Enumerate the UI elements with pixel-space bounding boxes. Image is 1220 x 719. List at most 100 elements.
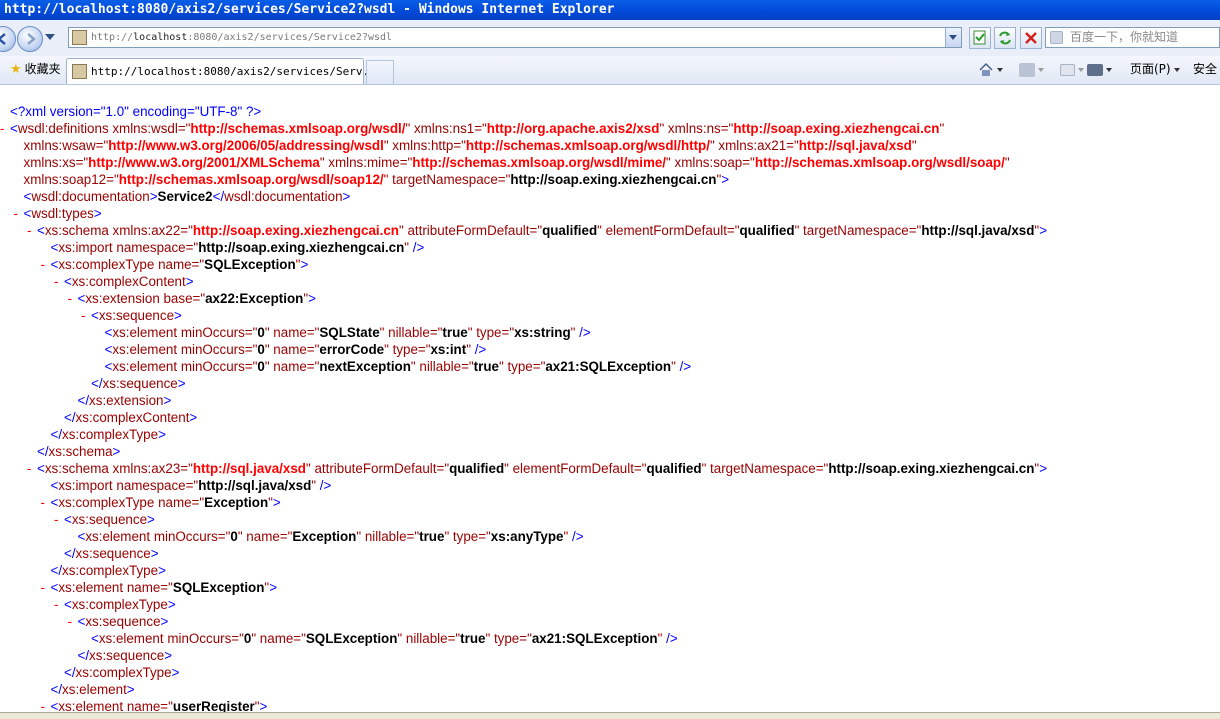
compatibility-view-button[interactable] xyxy=(969,27,991,49)
xml-token: xs:extension xyxy=(85,291,164,306)
xml-token: " xmlns:mime=" xyxy=(319,155,413,170)
forward-button[interactable] xyxy=(17,26,43,52)
xml-line: <xs:element name="userRegister"> xyxy=(51,698,268,712)
xml-line: <xs:sequence> xyxy=(91,307,182,324)
collapse-toggle[interactable]: - xyxy=(27,222,37,239)
xml-line: </xs:element> xyxy=(51,681,135,698)
page-menu-label: 页面(P) xyxy=(1130,62,1171,76)
xml-token: http://org.apache.axis2/xsd xyxy=(486,121,660,136)
xml-document-view: <?xml version="1.0" encoding="UTF-8" ?> -… xyxy=(0,85,1220,712)
xml-token: < xyxy=(64,512,72,527)
xml-token: /> xyxy=(662,631,678,646)
xml-token: > xyxy=(300,257,309,272)
back-button[interactable] xyxy=(0,26,16,52)
xml-token: > xyxy=(93,206,102,221)
xml-line: </xs:complexType> xyxy=(51,426,166,443)
xml-token: Service2 xyxy=(157,189,213,204)
collapse-toggle[interactable]: - xyxy=(41,698,51,712)
xml-token: > xyxy=(149,189,158,204)
xml-token: </ xyxy=(77,648,90,663)
xml-token: " xmlns:ax21=" xyxy=(709,138,799,153)
xml-token: < xyxy=(91,631,99,646)
safety-menu[interactable]: 安全 xyxy=(1193,56,1217,82)
xml-token: xs:sequence xyxy=(89,648,165,663)
home-icon xyxy=(979,62,993,76)
xml-line: <xs:complexType> xyxy=(64,596,176,613)
xml-token: > xyxy=(112,444,121,459)
xml-token: > xyxy=(1039,223,1048,238)
xml-token: http://soap.exing.xiezhengcai.cn xyxy=(733,121,940,136)
xml-line: </xs:sequence> xyxy=(78,647,173,664)
url-host: localhost xyxy=(133,32,188,43)
xml-token: SQLException xyxy=(204,257,296,272)
collapse-toggle[interactable]: - xyxy=(54,511,64,528)
home-button[interactable] xyxy=(978,56,1003,82)
xml-token: xs:complexType xyxy=(62,427,159,442)
xml-token: > xyxy=(147,512,155,527)
refresh-icon xyxy=(999,31,1011,45)
collapse-toggle[interactable]: - xyxy=(41,256,51,273)
xml-token: > xyxy=(158,563,166,578)
collapse-toggle[interactable]: - xyxy=(14,205,24,222)
favorites-label: 收藏夹 xyxy=(24,62,61,76)
stop-button[interactable] xyxy=(1020,27,1042,49)
xml-token: base=" xyxy=(163,291,206,306)
feeds-button[interactable] xyxy=(1019,56,1044,82)
address-dropdown-button[interactable] xyxy=(945,28,961,47)
xml-token: http://soap.exing.xiezhengcai.cn xyxy=(192,223,399,238)
xml-token: qualified xyxy=(739,223,795,238)
xml-line: </xs:complexType> xyxy=(64,664,179,681)
xml-token: http://schemas.xmlsoap.org/wsdl/http/ xyxy=(465,138,710,153)
favorites-button[interactable]: ★ 收藏夹 xyxy=(0,56,61,82)
xml-token: xs:element xyxy=(98,631,168,646)
collapse-toggle[interactable]: - xyxy=(54,596,64,613)
xml-token: " targetNamespace=" xyxy=(794,223,922,238)
xml-line: <xs:import namespace="http://sql.java/xs… xyxy=(51,477,332,494)
xml-token: xmlns:ax22=" xyxy=(112,223,193,238)
refresh-button[interactable] xyxy=(994,27,1016,49)
xml-token: " nillable=" xyxy=(397,631,461,646)
xml-token: </ xyxy=(37,444,49,459)
xml-line: <wsdl:types> xyxy=(24,205,102,222)
collapse-toggle[interactable]: - xyxy=(81,307,91,324)
page-menu[interactable]: 页面(P) xyxy=(1130,56,1180,82)
xml-line: <xs:element minOccurs="0" name="nextExce… xyxy=(105,358,692,375)
xml-token: > xyxy=(164,648,173,663)
xml-token: > xyxy=(185,274,194,289)
xml-token: " name=" xyxy=(237,529,293,544)
xml-token: xs:complexType xyxy=(58,257,159,272)
tab-active[interactable]: http://localhost:8080/axis2/services/Ser… xyxy=(66,58,382,84)
xml-token: xs:sequence xyxy=(75,546,151,561)
xml-token: " nillable=" xyxy=(379,325,443,340)
url-rest: :8080/axis2/services/Service2?wsdl xyxy=(187,32,393,43)
collapse-toggle[interactable]: - xyxy=(68,290,78,307)
address-bar[interactable]: http://localhost:8080/axis2/services/Ser… xyxy=(68,27,962,48)
xml-token: /> xyxy=(575,325,591,340)
xml-token: xs:element xyxy=(58,580,127,595)
collapse-toggle[interactable]: - xyxy=(27,460,37,477)
collapse-toggle[interactable]: - xyxy=(41,494,51,511)
print-button[interactable] xyxy=(1087,56,1112,82)
xml-token: nextException xyxy=(319,359,411,374)
xml-token: < xyxy=(64,274,72,289)
xml-token: qualified xyxy=(542,223,598,238)
address-url[interactable]: http://localhost:8080/axis2/services/Ser… xyxy=(91,28,392,47)
xml-token: xs:string xyxy=(514,325,571,340)
collapse-toggle[interactable]: - xyxy=(41,579,51,596)
xml-token: 0 xyxy=(257,325,265,340)
collapse-toggle[interactable]: - xyxy=(54,273,64,290)
search-box[interactable]: 百度一下，你就知道 xyxy=(1045,27,1220,48)
collapse-toggle[interactable]: - xyxy=(0,120,10,137)
recent-pages-dropdown[interactable] xyxy=(45,34,55,40)
xml-token: </ xyxy=(50,427,63,442)
xml-line: xmlns:soap12="http://schemas.xmlsoap.org… xyxy=(24,171,730,188)
xml-token: xs:sequence xyxy=(85,614,161,629)
rss-feed-icon xyxy=(1019,62,1035,77)
xml-line: <xs:sequence> xyxy=(78,613,169,630)
xml-token: name=" xyxy=(126,580,173,595)
xml-token: " type=" xyxy=(485,631,532,646)
read-mail-button[interactable] xyxy=(1060,56,1084,82)
new-tab-button[interactable] xyxy=(366,60,394,84)
collapse-toggle[interactable]: - xyxy=(68,613,78,630)
xml-token: true xyxy=(419,529,445,544)
